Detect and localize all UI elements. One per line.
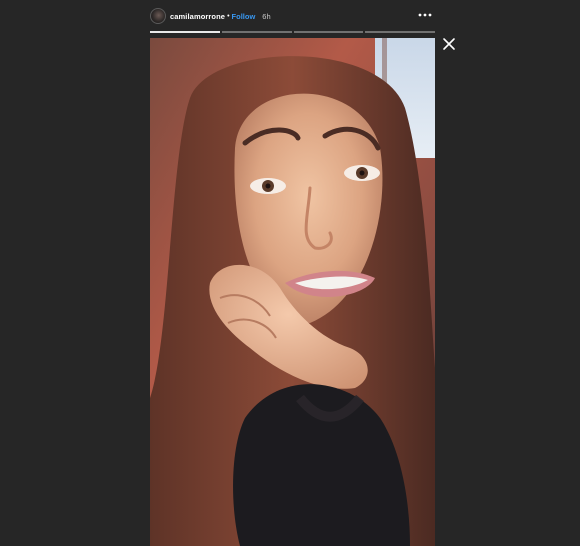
username-link[interactable]: camilamorrone bbox=[170, 12, 225, 21]
follow-button[interactable]: Follow bbox=[232, 12, 256, 21]
story-viewer: camilamorrone • Follow 6h bbox=[0, 0, 580, 546]
story-media[interactable] bbox=[150, 38, 435, 546]
close-icon[interactable] bbox=[441, 36, 457, 52]
progress-segment bbox=[293, 31, 364, 33]
profile-avatar[interactable] bbox=[150, 8, 166, 24]
story-progress-bar bbox=[150, 31, 435, 33]
progress-segment bbox=[365, 31, 435, 33]
separator-dot: • bbox=[227, 12, 230, 20]
story-header: camilamorrone • Follow 6h bbox=[150, 6, 440, 26]
more-options-icon[interactable] bbox=[417, 8, 433, 22]
progress-segment bbox=[221, 31, 292, 33]
story-video-frame bbox=[150, 38, 435, 546]
post-time: 6h bbox=[262, 11, 271, 21]
progress-segment bbox=[150, 31, 220, 33]
